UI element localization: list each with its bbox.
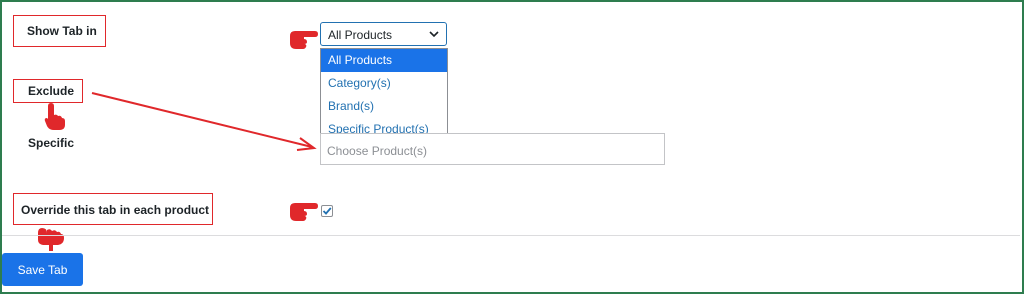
exclude-label: Exclude [28,84,75,98]
save-tab-button[interactable]: Save Tab [2,253,83,286]
show-tab-select-value: All Products [328,28,393,42]
dropdown-option-categories[interactable]: Category(s) [321,72,447,95]
arrow-icon [91,92,317,151]
pointing-hand-icon [36,226,66,252]
specific-products-input[interactable]: Choose Product(s) [320,133,665,165]
section-divider [2,235,1020,236]
pointing-hand-icon [43,101,67,131]
specific-products-placeholder: Choose Product(s) [327,144,428,158]
show-tab-label: Show Tab in [27,24,97,38]
show-tab-dropdown: All Products Category(s) Brand(s) Specif… [320,48,448,142]
checkmark-icon [322,207,332,215]
dropdown-option-all-products[interactable]: All Products [321,49,447,72]
show-tab-select[interactable]: All Products [320,22,447,46]
pointing-hand-icon [288,28,318,52]
override-checkbox[interactable] [321,205,333,217]
dropdown-option-brands[interactable]: Brand(s) [321,95,447,118]
override-label: Override this tab in each product [21,203,210,217]
specific-label: Specific [28,136,75,150]
pointing-hand-icon [288,200,318,224]
chevron-down-icon [429,31,439,38]
